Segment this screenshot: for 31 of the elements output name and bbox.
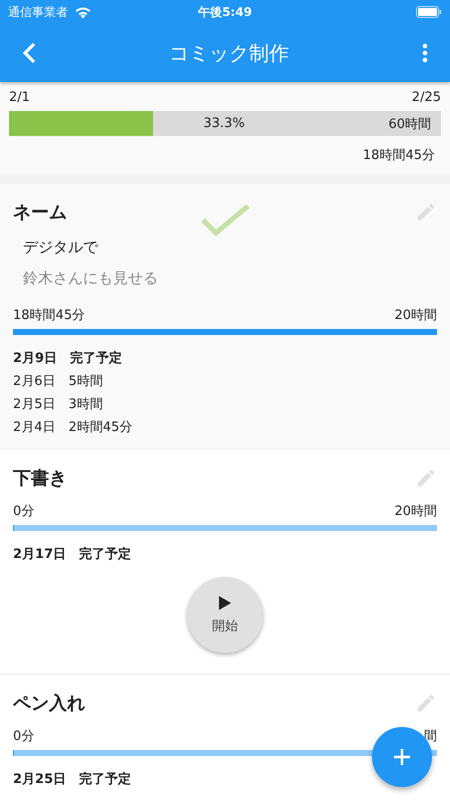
back-icon[interactable] [22, 42, 36, 64]
due-date: 2月25日 完了予定 [13, 770, 132, 788]
play-icon [218, 595, 232, 611]
time-goal: 20時間 [394, 503, 437, 520]
start-date: 2/1 [9, 90, 30, 105]
due-date: 2月17日 完了予定 [13, 546, 132, 563]
time-goal: 間 [424, 728, 437, 745]
carrier-name: 通信事業者 [8, 4, 68, 20]
progress-percent: 33.3% [203, 116, 245, 131]
due-date: 2月9日 完了予定 [13, 350, 124, 367]
start-button[interactable]: 開始 [187, 577, 263, 653]
plus-icon [393, 748, 411, 766]
status-time: 午後5:49 [198, 4, 252, 20]
end-date: 2/25 [412, 90, 441, 105]
task-title: ネーム [13, 201, 67, 224]
spent-time: 18時間45分 [362, 147, 435, 164]
log-entry: 2月6日 5時間 [13, 373, 104, 390]
time-spent: 0分 [13, 728, 34, 745]
wifi-icon [74, 6, 92, 18]
screen-title: コミック制作 [169, 40, 289, 66]
more-icon[interactable] [422, 43, 428, 63]
time-spent: 18時間45分 [13, 307, 86, 324]
battery-icon [416, 6, 442, 18]
time-spent: 0分 [13, 503, 34, 520]
time-goal: 20時間 [394, 307, 437, 324]
task-title: 下書き [13, 467, 67, 490]
task-note[interactable]: デジタルで [13, 226, 437, 257]
log-entry: 2月5日 3時間 [13, 396, 104, 413]
task-title: ペン入れ [13, 692, 85, 715]
total-hours: 60時間 [388, 116, 431, 132]
log-entry: 2月4日 2時間45分 [13, 419, 134, 436]
